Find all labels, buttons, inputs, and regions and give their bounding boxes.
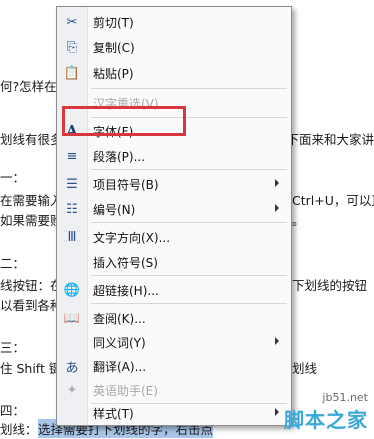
menu-item-label: 英语助手(E) (93, 383, 158, 398)
doc-line: 以看到各种 (0, 298, 63, 313)
menu-item-paste[interactable]: 📋 粘贴(P) (57, 61, 291, 85)
menu-item-hyperlink[interactable]: 🌐 超链接(H)... (57, 278, 291, 302)
doc-line: 一： (0, 170, 26, 185)
menu-item-lookup[interactable]: 📖 查阅(K)... (57, 306, 291, 330)
paragraph-icon: ≡ (66, 148, 78, 164)
menu-item-translate[interactable]: あ 翻译(A)... (57, 354, 291, 378)
paste-icon: 📋 (63, 65, 81, 81)
menu-item-label: 插入符号(S) (93, 255, 158, 270)
scissors-icon: ✂ (66, 14, 78, 30)
submenu-arrow-icon (275, 408, 279, 416)
doc-fragment: 。 (292, 213, 305, 228)
menu-item-label: 剪切(T) (93, 15, 134, 30)
menu-item-bullets[interactable]: ☰ 项目符号(B) (57, 172, 291, 196)
menu-separator (91, 88, 287, 89)
menu-item-numbering[interactable]: ☷ 编号(N) (57, 197, 291, 221)
english-assistant-icon: ✦ (66, 382, 78, 398)
menu-item-label: 编号(N) (93, 202, 136, 217)
menu-item-insert-symbol[interactable]: 插入符号(S) (57, 250, 291, 274)
menu-item-text-direction[interactable]: Ⅲ 文字方向(X)... (57, 225, 291, 249)
menu-separator (91, 169, 287, 170)
menu-item-label: 复制(C) (93, 40, 135, 55)
highlight-annotation-box (62, 106, 186, 136)
numbering-icon: ☷ (66, 201, 78, 217)
translate-icon: あ (65, 360, 79, 376)
lookup-icon: 📖 (63, 310, 81, 326)
doc-line: 在需要输入 (0, 193, 63, 208)
menu-item-label: 项目符号(B) (93, 177, 159, 192)
menu-item-label: 同义词(Y) (93, 335, 146, 350)
doc-line: 四： (0, 403, 26, 418)
text-direction-icon: Ⅲ (67, 229, 77, 245)
doc-line: 三： (0, 340, 26, 355)
doc-fragment: 下面来和大家讲 (286, 132, 374, 147)
menu-item-label: 粘贴(P) (93, 66, 134, 81)
submenu-arrow-icon (275, 204, 279, 212)
watermark: jb51.net 脚本之家 (284, 391, 368, 433)
doc-line: 划线： (0, 422, 38, 437)
menu-item-paragraph[interactable]: ≡ 段落(P)... (57, 144, 291, 168)
menu-item-label: 查阅(K)... (93, 311, 146, 326)
doc-line: 线按钮：在 (0, 278, 63, 293)
menu-item-styles[interactable]: 样式(T) (57, 401, 291, 425)
hyperlink-icon: 🌐 (63, 282, 81, 298)
menu-item-synonyms[interactable]: 同义词(Y) (57, 330, 291, 354)
menu-item-english-assistant: ✦ 英语助手(E) (57, 378, 291, 402)
watermark-brand: 脚本之家 (284, 408, 368, 432)
doc-fragment: 下划线的按钮 (292, 278, 368, 293)
menu-item-label: 超链接(H)... (93, 283, 159, 298)
menu-item-label: 样式(T) (93, 406, 134, 421)
doc-line: 划线有很多 (0, 132, 63, 147)
doc-line: 二： (0, 256, 26, 271)
submenu-arrow-icon (275, 337, 279, 345)
bullets-icon: ☰ (66, 176, 78, 192)
menu-item-copy[interactable]: ⎘ 复制(C) (57, 35, 291, 59)
submenu-arrow-icon (275, 179, 279, 187)
context-menu: ✂ 剪切(T) ⎘ 复制(C) 📋 粘贴(P) 汉字重选(V) A 字体(F).… (56, 6, 292, 426)
doc-line: 如果需要购 (0, 213, 63, 228)
menu-item-label: 文字方向(X)... (93, 230, 171, 245)
doc-fragment: Ctrl+U，可以直 (292, 193, 374, 208)
doc-fragment: 划线 (292, 361, 318, 376)
doc-line: 住 Shift 键 (0, 361, 62, 376)
menu-item-label: 段落(P)... (93, 149, 146, 164)
copy-icon: ⎘ (66, 39, 78, 55)
menu-separator (91, 303, 287, 304)
watermark-url: jb51.net (322, 391, 368, 404)
menu-item-label: 翻译(A)... (93, 359, 147, 374)
menu-separator (91, 275, 287, 276)
menu-item-cut[interactable]: ✂ 剪切(T) (57, 10, 291, 34)
menu-separator (91, 222, 287, 223)
